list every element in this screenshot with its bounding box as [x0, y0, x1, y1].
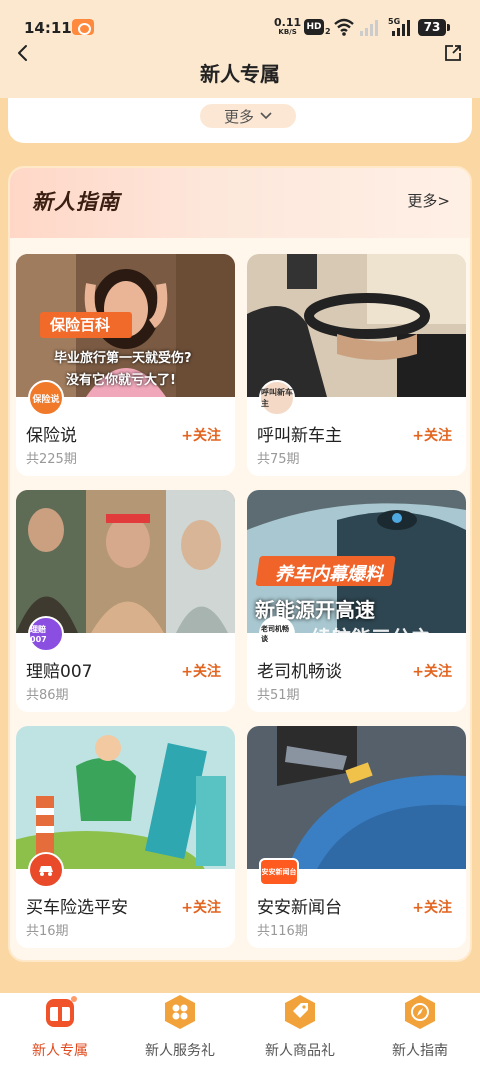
top-bar: 14:11 0.11 KB/S HD 2 5G 73 新人专属 — [0, 0, 480, 98]
net-speed: 0.11 KB/S — [274, 17, 301, 37]
more-button-label: 更多 — [223, 107, 254, 126]
status-bar: 14:11 0.11 KB/S HD 2 5G 73 — [0, 0, 480, 40]
program-badge: 老司机畅谈 — [259, 616, 295, 652]
program-name: 保险说 — [26, 426, 77, 446]
chevron-down-icon — [260, 112, 272, 120]
bottom-tab-bar: 新人专属 新人服务礼 新人商品礼 新人指南 — [0, 993, 480, 1073]
program-badge: 理赔007 — [28, 616, 64, 652]
program-name: 安安新闻台 — [257, 898, 342, 918]
app-notification-icon — [72, 19, 94, 35]
episode-count: 共51期 — [257, 688, 300, 703]
program-badge: 呼叫新车主 — [259, 380, 295, 416]
program-thumbnail — [247, 726, 466, 869]
page-title: 新人专属 — [200, 62, 280, 86]
program-card-anan-xinwentai[interactable]: 安安新闻台 安安新闻台 共116期 +关注 — [247, 726, 466, 948]
tab-xinren-zhuanshu[interactable]: 新人专属 — [0, 993, 120, 1073]
program-thumbnail — [16, 726, 235, 869]
price-tag-icon — [285, 995, 315, 1029]
tab-xinren-fuwuli[interactable]: 新人服务礼 — [120, 993, 240, 1073]
wifi-icon — [334, 18, 354, 36]
hd-sub: 2 — [325, 27, 331, 36]
tab-label: 新人指南 — [392, 1043, 448, 1059]
signal-icon-sim2 — [392, 20, 410, 36]
program-badge: 保险说 — [28, 380, 64, 416]
hd-icon: HD — [304, 19, 324, 35]
episode-count: 共116期 — [257, 924, 308, 939]
follow-button[interactable]: +关注 — [412, 425, 452, 445]
guide-title: 新人指南 — [32, 190, 120, 214]
more-button[interactable]: 更多 — [200, 104, 296, 128]
tab-label: 新人服务礼 — [145, 1043, 215, 1059]
program-card-maichexian[interactable]: 买车险选平安 共16期 +关注 — [16, 726, 235, 948]
follow-button[interactable]: +关注 — [181, 425, 221, 445]
badge-label: 保险说 — [32, 394, 60, 405]
program-name: 买车险选平安 — [26, 898, 128, 918]
follow-button[interactable]: +关注 — [181, 661, 221, 681]
episode-count: 共225期 — [26, 452, 77, 467]
thumbnail-caption: 续航能三分之 — [311, 626, 431, 650]
previous-section-card: 更多 — [8, 98, 472, 143]
episode-count: 共75期 — [257, 452, 300, 467]
signal-icon-sim1 — [360, 20, 378, 36]
program-name: 老司机畅谈 — [257, 662, 342, 682]
compass-icon — [405, 995, 435, 1029]
program-card-laosiji-changtan[interactable]: 养车内幕爆料 新能源开高速 续航能三分之 老司机畅谈 老司机畅谈 共51期 +关… — [247, 490, 466, 712]
program-thumbnail — [247, 254, 466, 397]
episode-count: 共16期 — [26, 924, 69, 939]
guide-more-link[interactable]: 更多> — [407, 190, 450, 211]
program-badge — [28, 852, 64, 888]
net-speed-unit: KB/S — [278, 28, 297, 36]
thumbnail-caption: 没有它你就亏大了! — [66, 373, 176, 388]
gift-box-icon — [46, 996, 77, 1027]
battery-icon: 73 — [418, 19, 450, 36]
program-card-lipei007[interactable]: 理赔007 理赔007 共86期 +关注 — [16, 490, 235, 712]
service-gift-icon — [165, 995, 195, 1029]
follow-button[interactable]: +关注 — [412, 661, 452, 681]
episode-count: 共86期 — [26, 688, 69, 703]
program-card-hujiao-xinchezhu[interactable]: 呼叫新车主 呼叫新车主 共75期 +关注 — [247, 254, 466, 476]
guide-header: 新人指南 更多> — [10, 168, 470, 238]
follow-button[interactable]: +关注 — [181, 897, 221, 917]
badge-label: 安安新闻台 — [261, 868, 297, 876]
program-card-baoxianshuo[interactable]: 保险百科 毕业旅行第一天就受伤? 没有它你就亏大了! 保险说 保险说 共225期… — [16, 254, 235, 476]
tab-label: 新人商品礼 — [265, 1043, 335, 1059]
follow-button[interactable]: +关注 — [412, 897, 452, 917]
program-badge: 安安新闻台 — [259, 858, 299, 886]
share-icon[interactable] — [444, 44, 462, 62]
program-name: 理赔007 — [26, 662, 93, 682]
car-icon — [39, 866, 53, 876]
status-time: 14:11 — [24, 19, 72, 37]
badge-label: 理赔007 — [30, 625, 47, 644]
badge-label: 呼叫新车主 — [261, 388, 293, 408]
program-name: 呼叫新车主 — [257, 426, 342, 446]
tab-xinren-zhinan[interactable]: 新人指南 — [360, 993, 480, 1073]
tab-xinren-shangpinli[interactable]: 新人商品礼 — [240, 993, 360, 1073]
thumbnail-banner: 保险百科 — [50, 316, 111, 334]
thumbnail-caption: 毕业旅行第一天就受伤? — [54, 351, 192, 366]
thumbnail-banner: 养车内幕爆料 — [275, 564, 383, 585]
tab-label: 新人专属 — [32, 1043, 88, 1059]
guide-section: 新人指南 更多> 保险百科 毕业旅行第一天就受伤? 没有它你就亏大了! 保险说 … — [8, 166, 472, 962]
program-thumbnail — [16, 490, 235, 633]
badge-label: 老司机畅谈 — [261, 625, 289, 643]
